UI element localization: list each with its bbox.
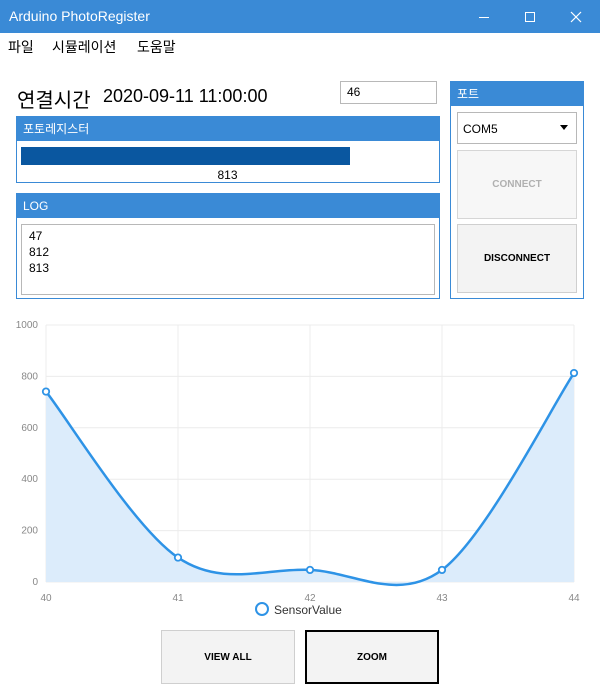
x-tick-label: 44 [568, 593, 580, 604]
y-tick-label: 600 [21, 423, 38, 434]
close-icon [570, 11, 582, 22]
x-tick-label: 43 [436, 593, 448, 604]
minimize-icon [479, 16, 489, 18]
minimize-button[interactable] [461, 0, 507, 33]
data-point [305, 565, 315, 575]
x-tick-label: 40 [40, 593, 52, 604]
legend-label: SensorValue [274, 603, 342, 617]
maximize-icon [525, 11, 535, 22]
y-tick-label: 400 [21, 474, 38, 485]
connection-time-value: 2020-09-11 11:00:00 [103, 86, 268, 106]
maximize-button[interactable] [507, 0, 553, 33]
log-textbox[interactable]: 47 812 813 [21, 224, 435, 295]
log-panel: LOG 47 812 813 [16, 193, 440, 299]
menu-bar: 파일 시뮬레이션 도움말 [0, 33, 600, 57]
photoresistor-value: 813 [217, 168, 238, 182]
log-panel-title: LOG [17, 194, 439, 218]
window-title: Arduino PhotoRegister [9, 8, 150, 24]
menu-help[interactable]: 도움말 [137, 37, 176, 57]
y-tick-label: 800 [21, 371, 38, 382]
data-point [569, 368, 579, 378]
data-point [41, 387, 51, 396]
y-tick-label: 1000 [16, 320, 39, 331]
log-line: 812 [29, 245, 50, 259]
log-line: 813 [29, 261, 50, 275]
data-point [437, 565, 447, 575]
port-select-value: COM5 [463, 122, 498, 136]
data-point [173, 553, 183, 562]
y-tick-label: 0 [32, 577, 38, 588]
title-bar: Arduino PhotoRegister [0, 0, 600, 33]
value-input[interactable]: 46 [340, 81, 437, 104]
progress-fill [21, 147, 351, 165]
photoresistor-progress-bar [21, 147, 351, 165]
port-select[interactable]: COM5 [457, 112, 577, 144]
connection-time-label: 연결시간 [17, 90, 91, 112]
view-all-button[interactable]: VIEW ALL [161, 630, 295, 684]
x-tick-label: 41 [172, 593, 184, 604]
photoresistor-panel-title: 포토레지스터 [17, 117, 439, 141]
connect-button[interactable]: CONNECT [457, 150, 577, 219]
chevron-down-icon [560, 125, 568, 130]
zoom-button[interactable]: ZOOM [305, 630, 439, 684]
log-line: 47 [29, 229, 43, 243]
menu-file[interactable]: 파일 [8, 37, 34, 57]
y-tick-label: 200 [21, 526, 38, 537]
close-button[interactable] [553, 0, 599, 33]
photoresistor-panel: 포토레지스터 813 [16, 116, 440, 183]
menu-simulation[interactable]: 시뮬레이션 [52, 37, 116, 57]
sensor-chart: 02004006008001000 40 41 42 43 44 SensorValue [16, 320, 580, 617]
port-panel-title: 포트 [451, 82, 583, 106]
port-panel: 포트 COM5 CONNECT DISCONNECT [450, 81, 584, 299]
disconnect-button[interactable]: DISCONNECT [457, 224, 577, 293]
legend-marker [255, 602, 269, 616]
